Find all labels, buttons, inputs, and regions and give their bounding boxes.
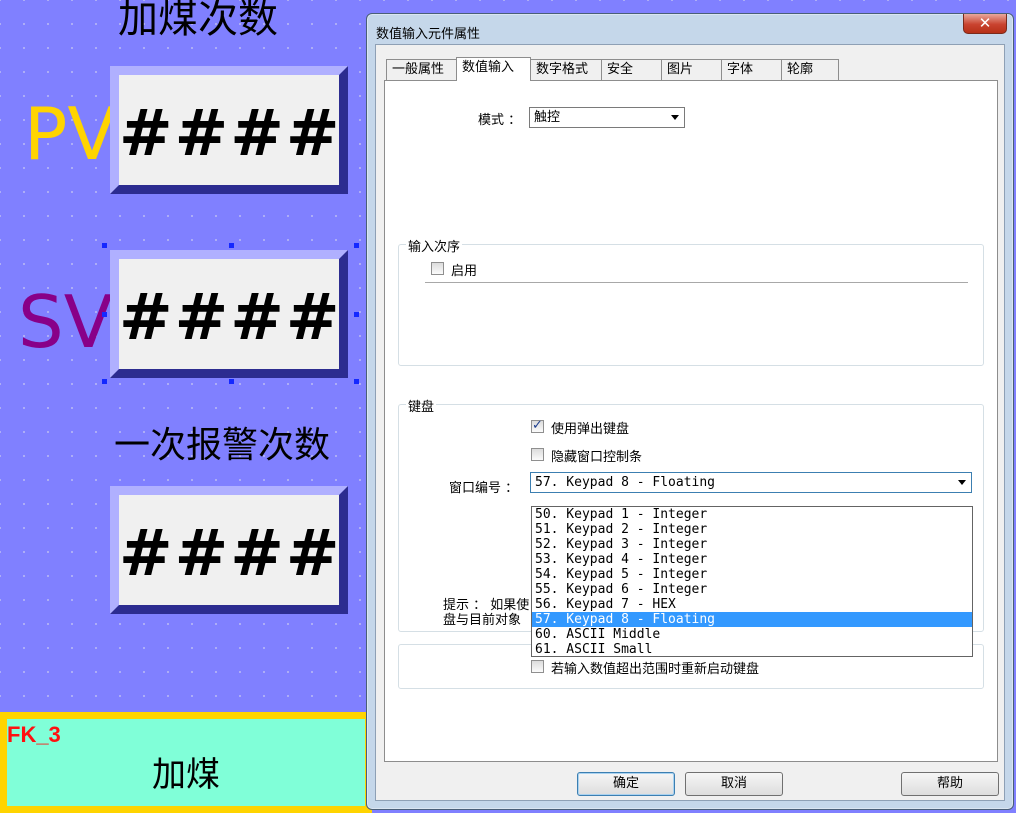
ok-button[interactable]: 确定 [577, 772, 675, 796]
window-number-dropdown-list[interactable]: 50. Keypad 1 - Integer 51. Keypad 2 - In… [531, 506, 973, 657]
window-number-select[interactable]: 57. Keypad 8 - Floating [530, 472, 972, 493]
cancel-button[interactable]: 取消 [685, 772, 783, 796]
use-popup-keyboard-checkbox[interactable] [531, 418, 544, 433]
numeric-value: #### [119, 281, 342, 355]
label-alarm-count: 一次报警次数 [114, 425, 331, 466]
function-key-fk3[interactable]: FK_3 加煤 [0, 712, 372, 813]
dropdown-option[interactable]: 54. Keypad 5 - Integer [532, 567, 972, 582]
selection-handle[interactable] [354, 379, 359, 384]
dropdown-option[interactable]: 53. Keypad 4 - Integer [532, 552, 972, 567]
tab-general[interactable]: 一般属性 [386, 59, 457, 80]
close-icon: ✕ [978, 14, 992, 32]
numeric-display-nd9[interactable]: #### [110, 66, 348, 194]
numeric-display-nd2[interactable]: #### [110, 486, 348, 614]
dropdown-option[interactable]: 60. ASCII Middle [532, 627, 972, 642]
dropdown-option[interactable]: 56. Keypad 7 - HEX [532, 597, 972, 612]
mode-label: 模式 ： [478, 113, 522, 128]
use-popup-keyboard-label: 使用弹出键盘 [551, 422, 630, 437]
tab-numeric-input[interactable]: 数值输入 [456, 57, 531, 81]
selection-handle[interactable] [229, 243, 234, 248]
dropdown-option[interactable]: 55. Keypad 6 - Integer [532, 582, 972, 597]
restart-keyboard-checkbox[interactable] [531, 660, 544, 673]
window-number-value: 57. Keypad 8 - Floating [535, 475, 716, 490]
tab-outline[interactable]: 轮廓 [781, 59, 839, 80]
chevron-down-icon [958, 480, 966, 485]
pv-label: PV [24, 92, 117, 176]
dropdown-option[interactable]: 50. Keypad 1 - Integer [532, 507, 972, 522]
object-id-fk3: FK_3 [7, 722, 61, 747]
dialog-client-area: 一般属性 数值输入 数字格式 安全 图片 字体 轮廓 模式 ： 触控 输入次序 … [375, 44, 1005, 801]
restart-keyboard-label: 若输入数值超出范围时重新启动键盘 [551, 662, 760, 677]
chevron-down-icon [671, 115, 679, 120]
enable-label: 启用 [451, 264, 478, 279]
window-number-label: 窗口编号 ： [449, 481, 519, 496]
label-coal-count: 加煤次数 [118, 0, 278, 42]
function-key-label: 加煤 [152, 755, 220, 795]
numeric-value: #### [119, 517, 342, 591]
dialog-title: 数值输入元件属性 [376, 27, 481, 42]
input-order-title: 输入次序 [406, 236, 463, 255]
dropdown-option[interactable]: 51. Keypad 2 - Integer [532, 522, 972, 537]
selection-handle[interactable] [229, 379, 234, 384]
numeric-input-properties-dialog: 数值输入元件属性 ✕ 一般属性 数值输入 数字格式 安全 图片 字体 轮廓 模式… [366, 13, 1014, 810]
dropdown-option[interactable]: 61. ASCII Small [532, 642, 972, 657]
dropdown-option-selected[interactable]: 57. Keypad 8 - Floating [532, 612, 972, 627]
divider [425, 282, 968, 283]
numeric-input-ne0[interactable]: #### [110, 250, 348, 378]
help-button[interactable]: 帮助 [901, 772, 999, 796]
selection-handle[interactable] [102, 312, 107, 317]
hide-window-bar-label: 隐藏窗口控制条 [551, 450, 643, 465]
tab-picture[interactable]: 图片 [661, 59, 722, 80]
selection-handle[interactable] [102, 379, 107, 384]
selection-handle[interactable] [354, 312, 359, 317]
keyboard-title: 键盘 [406, 396, 437, 415]
enable-checkbox[interactable] [431, 262, 444, 275]
hint-text-line2: 盘与目前对象 [443, 613, 522, 628]
tab-panel-numeric-input: 模式 ： 触控 输入次序 启用 键盘 使用弹出键盘 隐藏窗口控制条 窗口编号 ： [384, 80, 998, 762]
mode-select[interactable]: 触控 [529, 107, 685, 128]
numeric-value: #### [119, 97, 342, 171]
tab-number-format[interactable]: 数字格式 [530, 59, 602, 80]
tab-font[interactable]: 字体 [721, 59, 782, 80]
close-button[interactable]: ✕ [963, 14, 1007, 34]
hide-window-bar-checkbox[interactable] [531, 448, 544, 461]
selection-handle[interactable] [354, 243, 359, 248]
tab-security[interactable]: 安全 [601, 59, 662, 80]
selection-handle[interactable] [102, 243, 107, 248]
input-order-group: 输入次序 启用 [398, 236, 984, 366]
dropdown-option[interactable]: 52. Keypad 3 - Integer [532, 537, 972, 552]
sv-label: SV [18, 280, 113, 364]
mode-value: 触控 [534, 110, 561, 125]
